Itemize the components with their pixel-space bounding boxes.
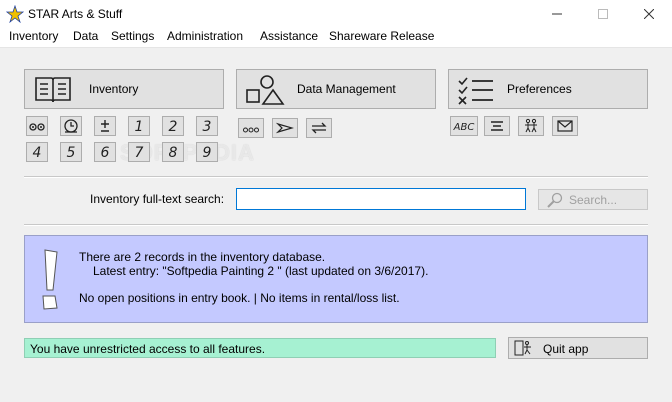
quick-history-button[interactable] bbox=[60, 116, 82, 136]
shapes-icon bbox=[246, 75, 285, 105]
digit-6-label: 6 bbox=[101, 145, 110, 160]
minimize-button[interactable] bbox=[534, 0, 580, 28]
digit-4-label: 4 bbox=[33, 145, 42, 160]
positions-text: No open positions in entry book. | No it… bbox=[79, 291, 400, 305]
quick-adjust-button[interactable] bbox=[94, 116, 116, 136]
records-count-text: There are 2 records in the inventory dat… bbox=[79, 250, 326, 264]
menu-assistance[interactable]: Assistance bbox=[259, 29, 319, 43]
sync-arrows-icon bbox=[311, 122, 327, 134]
divider bbox=[24, 224, 648, 226]
status-bar: You have unrestricted access to all feat… bbox=[24, 338, 496, 358]
data-export-button[interactable] bbox=[272, 118, 298, 138]
search-button-label: Search... bbox=[569, 193, 618, 207]
quick-button-6[interactable]: 6 bbox=[94, 142, 116, 162]
inventory-button[interactable]: Inventory bbox=[24, 69, 224, 109]
info-panel: There are 2 records in the inventory dat… bbox=[24, 235, 648, 323]
people-icon bbox=[525, 118, 537, 133]
menu-data[interactable]: Data bbox=[72, 29, 99, 43]
quick-button-8[interactable]: 8 bbox=[162, 142, 184, 162]
data-management-button[interactable]: Data Management bbox=[236, 69, 436, 109]
quick-button-5[interactable]: 5 bbox=[60, 142, 82, 162]
abc-icon: ABC bbox=[453, 122, 475, 133]
quick-button-7[interactable]: 7 bbox=[128, 142, 150, 162]
send-arrow-icon bbox=[276, 122, 294, 134]
lines-icon bbox=[491, 121, 503, 131]
latest-entry-text: Latest entry: "Softpedia Painting 2 " (l… bbox=[93, 264, 429, 278]
pref-format-button[interactable] bbox=[484, 116, 510, 136]
search-icon bbox=[547, 192, 563, 208]
plus-minus-icon bbox=[101, 120, 109, 132]
minimize-icon bbox=[552, 13, 562, 15]
maximize-icon bbox=[598, 9, 608, 19]
pref-users-button[interactable] bbox=[518, 116, 544, 136]
status-text: You have unrestricted access to all feat… bbox=[30, 342, 266, 356]
clock-icon bbox=[64, 119, 78, 133]
digit-5-label: 5 bbox=[67, 145, 76, 160]
eyes-icon bbox=[29, 123, 45, 131]
book-icon bbox=[35, 77, 71, 103]
dots-icon bbox=[243, 127, 259, 133]
divider bbox=[24, 176, 648, 178]
menu-bar: Inventory Data Settings Administration A… bbox=[0, 28, 672, 48]
search-button[interactable]: Search... bbox=[538, 189, 648, 210]
data-list-button[interactable] bbox=[238, 118, 264, 138]
svg-text:ABC: ABC bbox=[453, 122, 475, 133]
digit-3-label: 3 bbox=[203, 119, 212, 134]
menu-shareware-release[interactable]: Shareware Release bbox=[328, 29, 435, 43]
search-input[interactable] bbox=[236, 188, 526, 210]
digit-1-label: 1 bbox=[135, 119, 144, 134]
window-title: STAR Arts & Stuff bbox=[28, 7, 123, 21]
quick-button-4[interactable]: 4 bbox=[26, 142, 48, 162]
preferences-button[interactable]: Preferences bbox=[448, 69, 648, 109]
main-panel: Inventory Data Management Preferences SO… bbox=[0, 48, 672, 402]
close-button[interactable] bbox=[626, 0, 672, 28]
data-management-button-label: Data Management bbox=[297, 82, 396, 96]
quit-button-label: Quit app bbox=[543, 342, 589, 356]
digit-8-label: 8 bbox=[169, 145, 178, 160]
data-sync-button[interactable] bbox=[306, 118, 332, 138]
digit-9-label: 9 bbox=[203, 145, 212, 160]
digit-7-label: 7 bbox=[135, 145, 144, 160]
star-logo-icon bbox=[6, 5, 24, 23]
inventory-button-label: Inventory bbox=[89, 82, 139, 96]
quick-button-1[interactable]: 1 bbox=[128, 116, 150, 136]
pref-mail-button[interactable] bbox=[552, 116, 578, 136]
menu-inventory[interactable]: Inventory bbox=[8, 29, 59, 43]
digit-2-label: 2 bbox=[169, 119, 178, 134]
pref-spelling-button[interactable]: ABC bbox=[450, 116, 478, 136]
exit-icon bbox=[514, 340, 531, 356]
quick-button-3[interactable]: 3 bbox=[196, 116, 218, 136]
quick-view-button[interactable] bbox=[26, 116, 48, 136]
exclamation-icon bbox=[42, 249, 58, 310]
quick-button-9[interactable]: 9 bbox=[196, 142, 218, 162]
mail-icon bbox=[557, 120, 573, 132]
title-bar: STAR Arts & Stuff bbox=[0, 0, 672, 28]
checklist-icon bbox=[458, 77, 493, 105]
quit-button[interactable]: Quit app bbox=[508, 337, 648, 359]
maximize-button[interactable] bbox=[580, 0, 626, 28]
close-icon bbox=[644, 9, 654, 19]
preferences-button-label: Preferences bbox=[507, 82, 572, 96]
quick-button-2[interactable]: 2 bbox=[162, 116, 184, 136]
menu-settings[interactable]: Settings bbox=[110, 29, 155, 43]
menu-administration[interactable]: Administration bbox=[166, 29, 244, 43]
search-label: Inventory full-text search: bbox=[90, 192, 225, 206]
